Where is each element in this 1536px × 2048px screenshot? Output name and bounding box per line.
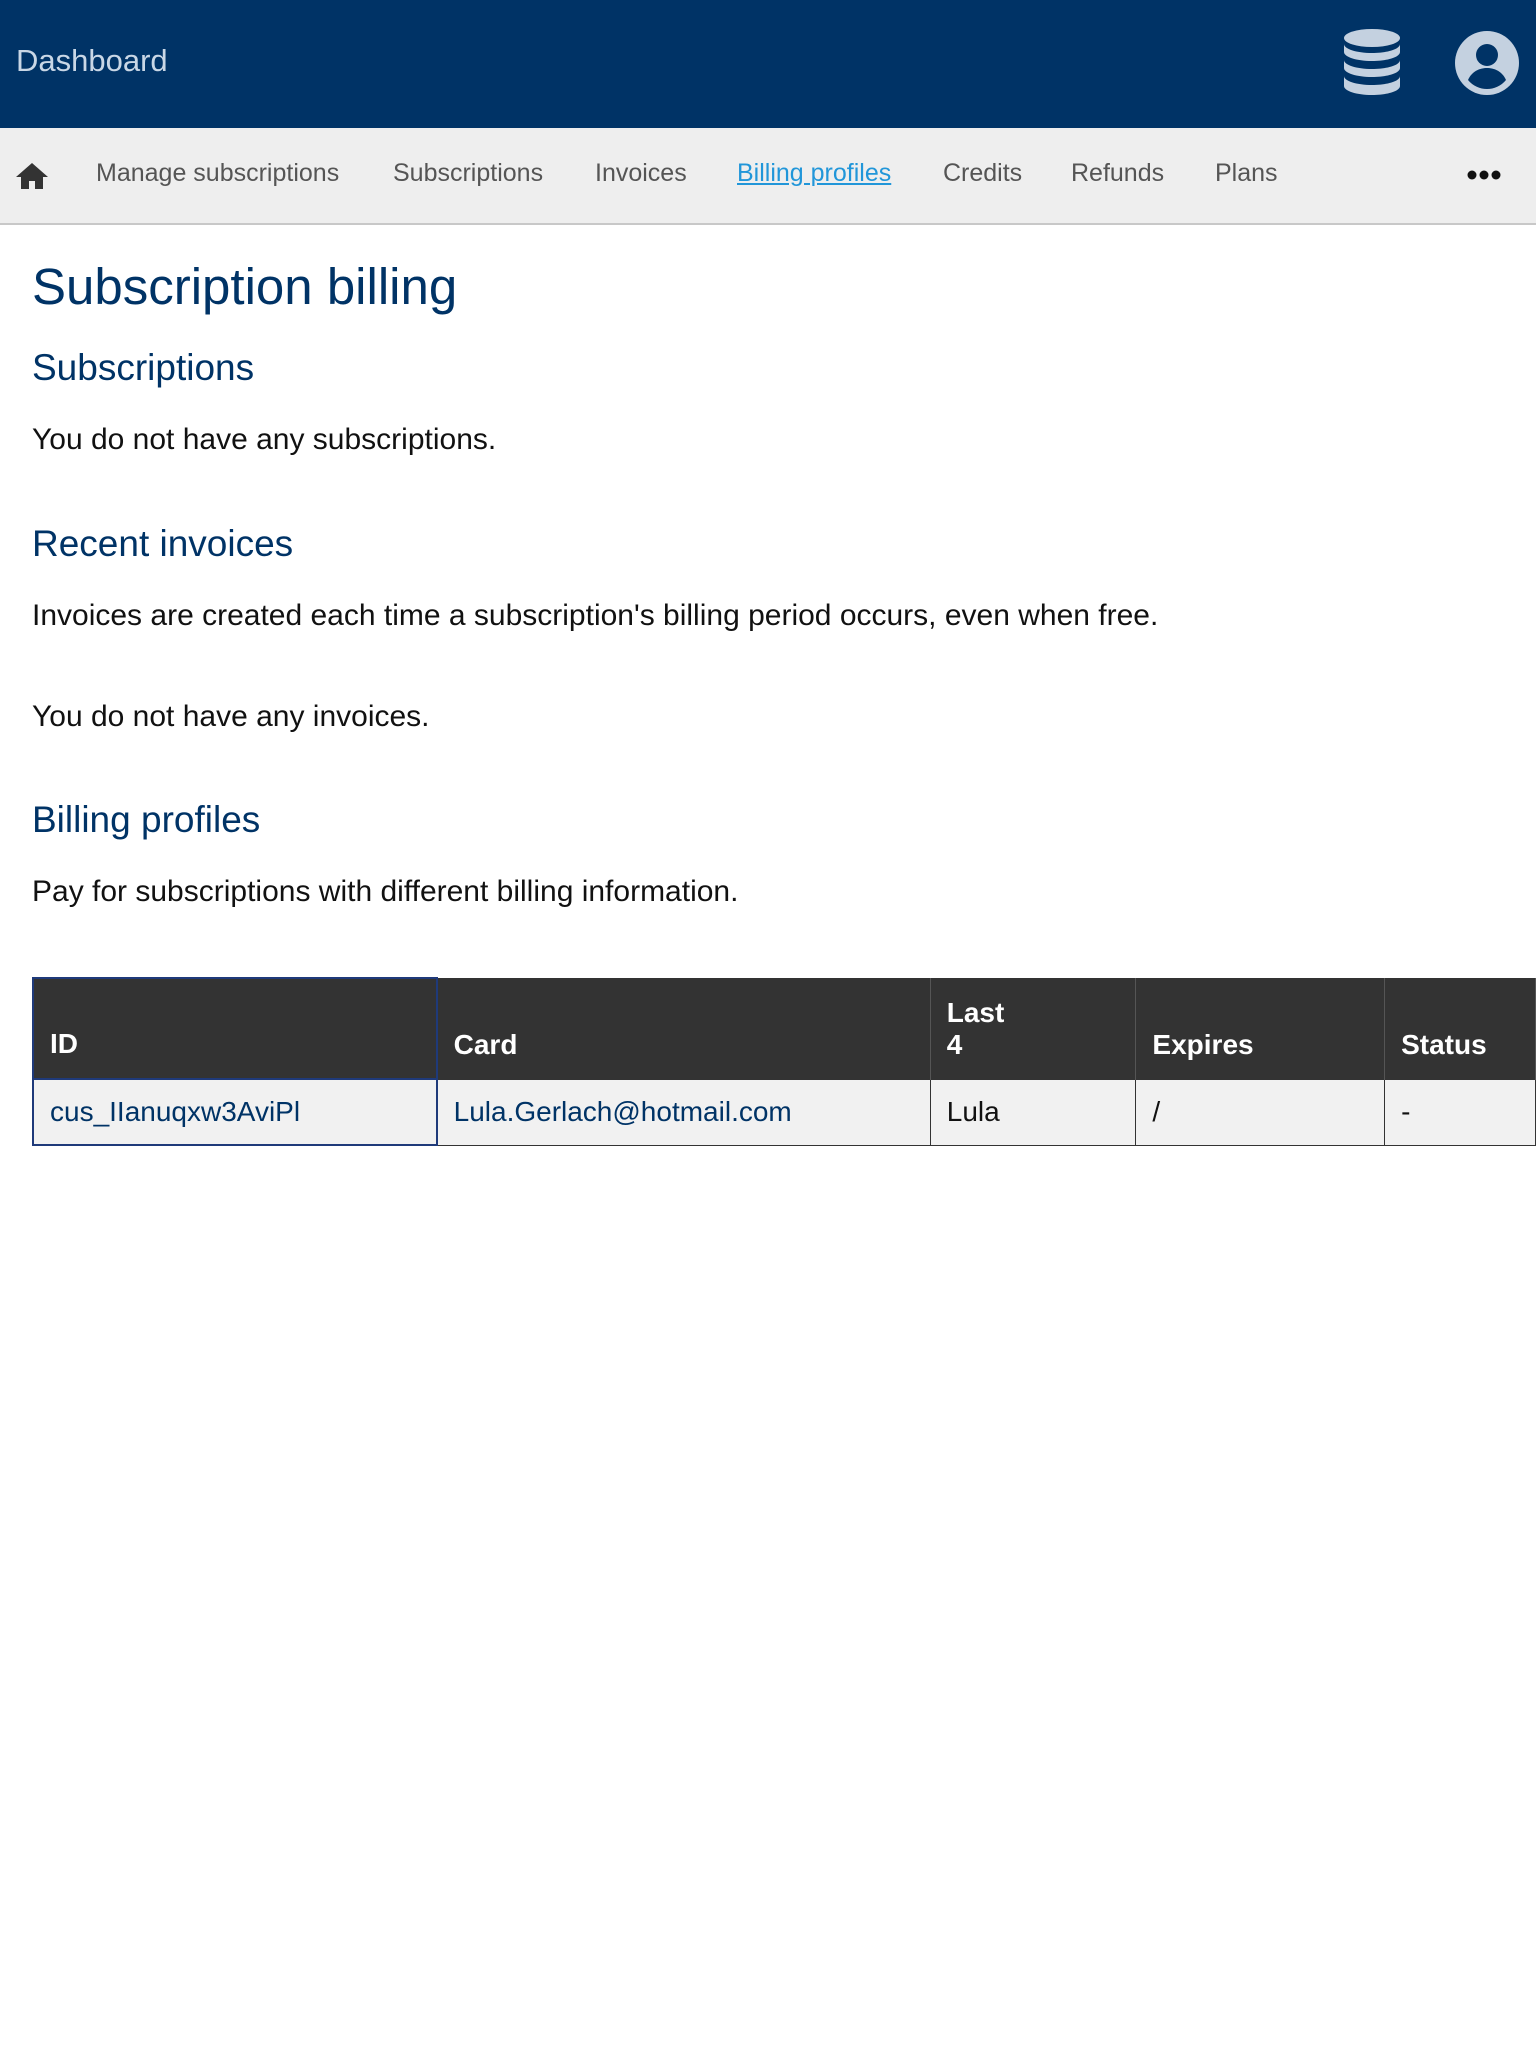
section-nav: Manage subscriptions Subscriptions Invoi… [0,128,1536,225]
column-header-status[interactable]: Status [1384,978,1536,1079]
cell-expires: / [1135,1078,1386,1146]
profile-id-link[interactable]: cus_IIanuqxw3AviPl [50,1096,300,1127]
more-icon[interactable] [1466,168,1502,182]
subscriptions-heading: Subscriptions [32,347,255,388]
column-header-card[interactable]: Card [436,978,931,1079]
nav-refunds[interactable]: Refunds [1071,159,1164,188]
billing-profiles-heading: Billing profiles [32,799,261,840]
nav-plans[interactable]: Plans [1215,159,1278,188]
table-header-row: ID Card Last 4 Expires Status [32,977,1536,1080]
nav-invoices[interactable]: Invoices [595,159,687,188]
column-header-last4-label: Last 4 [946,996,1005,1060]
table-row: cus_IIanuqxw3AviPl Lula.Gerlach@hotmail.… [32,1078,1536,1146]
nav-manage-subscriptions[interactable]: Manage subscriptions [96,159,339,188]
invoices-description: Invoices are created each time a subscri… [32,599,1159,632]
user-icon[interactable] [1452,28,1522,98]
subscriptions-empty-message: You do not have any subscriptions. [32,423,497,456]
billing-profiles-table: ID Card Last 4 Expires Status cus_IIanuq… [32,977,1536,1146]
top-header: Dashboard [0,0,1536,128]
profile-card-link[interactable]: Lula.Gerlach@hotmail.com [454,1096,792,1127]
cell-status: - [1384,1078,1536,1146]
cell-card: Lula.Gerlach@hotmail.com [436,1078,931,1146]
billing-profiles-description: Pay for subscriptions with different bil… [32,875,739,908]
home-icon[interactable] [14,158,50,194]
database-icon[interactable] [1340,28,1404,102]
nav-subscriptions[interactable]: Subscriptions [393,159,543,188]
cell-last4: Lula [929,1078,1137,1146]
column-header-last4[interactable]: Last 4 [930,978,1137,1079]
nav-credits[interactable]: Credits [943,159,1022,188]
invoices-empty-message: You do not have any invoices. [32,700,430,733]
nav-billing-profiles[interactable]: Billing profiles [737,159,891,188]
column-header-expires[interactable]: Expires [1135,978,1386,1079]
column-header-id[interactable]: ID [32,977,438,1080]
invoices-heading: Recent invoices [32,523,294,564]
page-title: Subscription billing [32,258,458,315]
dashboard-link[interactable]: Dashboard [16,43,168,79]
cell-id: cus_IIanuqxw3AviPl [32,1078,438,1146]
